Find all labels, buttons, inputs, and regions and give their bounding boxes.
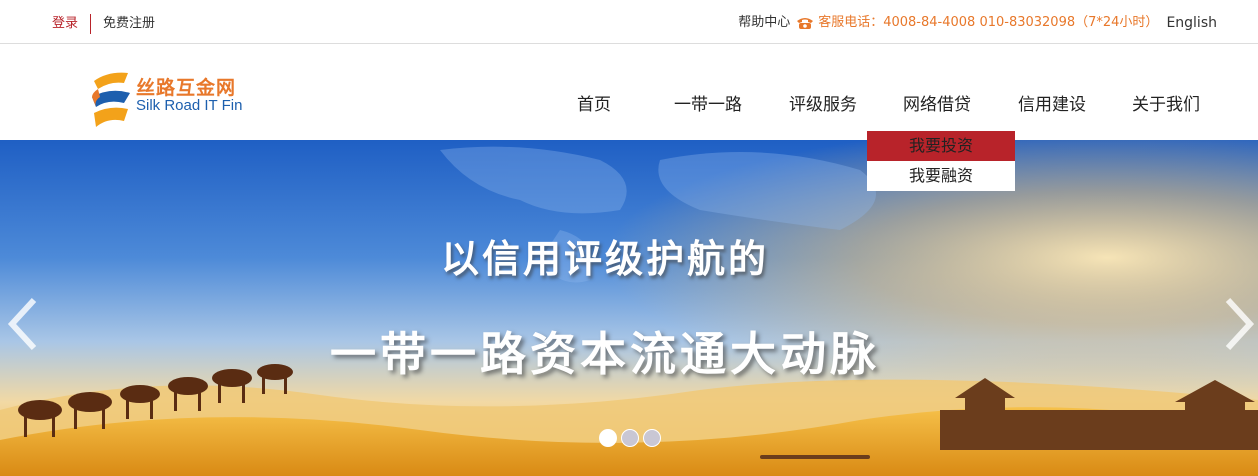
nav-home[interactable]: 首页 (577, 90, 611, 115)
carousel-indicators (599, 429, 661, 447)
site-logo[interactable]: 丝路互金网 Silk Road IT Fin (88, 67, 288, 129)
nav-about-us[interactable]: 关于我们 (1132, 90, 1200, 115)
lending-dropdown-menu: 我要投资 我要融资 (867, 131, 1015, 191)
carousel-dot-3[interactable] (643, 429, 661, 447)
carousel-dot-2[interactable] (621, 429, 639, 447)
top-bar: 登录 免费注册 帮助中心 客服电话：4008-84-4008 010-83032… (0, 0, 1258, 44)
logo-english-name: Silk Road IT Fin (136, 97, 243, 114)
hotline-text: 客服电话：4008-84-4008 010-83032098（7*24小时） (818, 15, 1159, 30)
menu-item-invest[interactable]: 我要投资 (867, 131, 1015, 161)
service-info: 帮助中心 客服电话：4008-84-4008 010-83032098（7*24… (738, 14, 1217, 32)
hero-banner: 以信用评级护航的 一带一路资本流通大动脉 (0, 140, 1258, 476)
telephone-icon (796, 16, 814, 30)
chevron-right-icon (1225, 297, 1255, 351)
logo-mark-icon (92, 72, 130, 127)
banner-subheadline: 一带一路资本流通大动脉 (330, 327, 880, 381)
help-center-link[interactable]: 帮助中心 (738, 14, 790, 32)
english-link[interactable]: English (1166, 14, 1217, 32)
banner-background-image (0, 140, 1258, 476)
auth-links: 登录 免费注册 (52, 14, 155, 34)
logo-chinese-name: 丝路互金网 (136, 77, 237, 99)
carousel-prev-button[interactable] (4, 296, 44, 352)
nav-belt-and-road[interactable]: 一带一路 (674, 90, 742, 115)
banner-headline: 以信用评级护航的 (440, 237, 769, 281)
carousel-next-button[interactable] (1218, 296, 1258, 352)
menu-item-financing[interactable]: 我要融资 (867, 161, 1015, 191)
nav-online-lending[interactable]: 网络借贷 (903, 90, 971, 115)
main-header: 丝路互金网 Silk Road IT Fin 首页 一带一路 评级服务 网络借贷… (0, 45, 1258, 140)
register-link[interactable]: 免费注册 (103, 15, 155, 33)
carousel-dot-1[interactable] (599, 429, 617, 447)
chevron-left-icon (7, 297, 37, 351)
nav-rating-service[interactable]: 评级服务 (789, 90, 857, 115)
login-link[interactable]: 登录 (52, 15, 78, 33)
nav-credit-building[interactable]: 信用建设 (1018, 90, 1086, 115)
divider (90, 14, 92, 34)
